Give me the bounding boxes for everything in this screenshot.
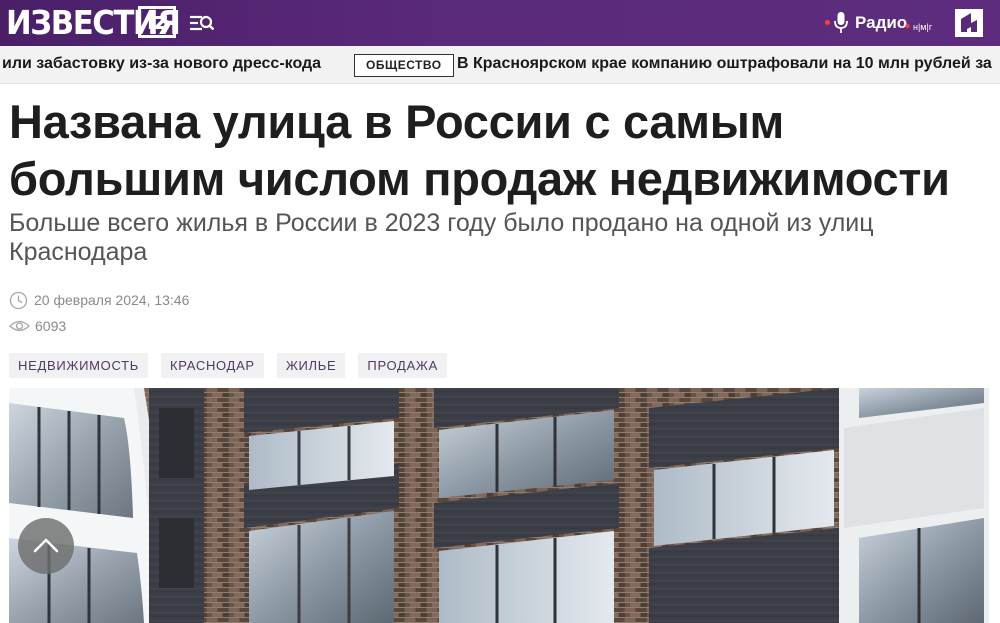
menu-search-icon[interactable] [189, 11, 215, 35]
article-title: Названа улица в России с самым большим ч… [9, 95, 950, 205]
site-header: ИЗВЕСТИЯ iz Радио н|м|г [0, 0, 1000, 46]
article-subtitle: Больше всего жилья в России в 2023 году … [9, 209, 874, 266]
ticker-item-left[interactable]: или забастовку из-за нового дресс-кода [2, 54, 321, 74]
eye-icon [9, 320, 30, 332]
radio-live-dot [825, 20, 830, 25]
ticker-item-right[interactable]: В Красноярском крае компанию оштрафовали… [457, 54, 992, 74]
microphone-icon[interactable] [833, 11, 849, 35]
tag-nedvizhimost[interactable]: НЕДВИЖИМОСТЬ [9, 353, 148, 378]
clock-icon [9, 291, 28, 309]
article-views-row: 6093 [9, 317, 66, 335]
article-tags: НЕДВИЖИМОСТЬ КРАСНОДАР ЖИЛЬЕ ПРОДАЖА [9, 353, 448, 378]
article-photo [9, 388, 989, 623]
radio-freq-text: н|м|г [913, 22, 933, 32]
logo-iz-badge[interactable]: iz [138, 6, 176, 38]
news-ticker: или забастовку из-за нового дресс-кода О… [0, 46, 1000, 84]
article-date-row: 20 февраля 2024, 13:46 [9, 291, 189, 309]
article-date: 20 февраля 2024, 13:46 [34, 292, 190, 308]
tag-zhile[interactable]: ЖИЛЬЕ [276, 353, 346, 378]
tag-krasnodar[interactable]: КРАСНОДАР [161, 353, 264, 378]
ticker-category-badge[interactable]: ОБЩЕСТВО [354, 54, 454, 77]
chevron-up-icon [33, 538, 59, 553]
radio-label[interactable]: Радио [855, 12, 907, 34]
channel5-logo-icon[interactable] [955, 9, 983, 37]
radio-frequency-icon[interactable]: н|м|г [905, 17, 945, 32]
scroll-to-top-button[interactable] [18, 518, 74, 574]
tag-prodazha[interactable]: ПРОДАЖА [358, 353, 448, 378]
article-views: 6093 [35, 318, 67, 334]
